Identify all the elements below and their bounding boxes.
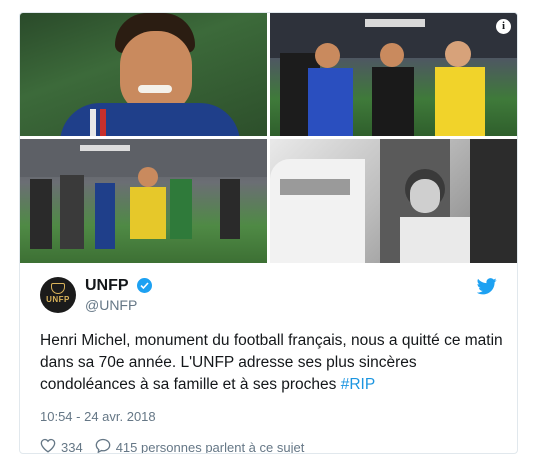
like-button[interactable]: 334 — [40, 438, 83, 454]
heart-icon — [40, 438, 56, 453]
replies-label: 415 personnes parlent à ce sujet — [115, 439, 305, 454]
reply-button[interactable]: 415 personnes parlent à ce sujet — [95, 438, 305, 454]
verified-badge-icon — [137, 278, 152, 293]
tweet-actions: 334 415 personnes parlent à ce sujet — [40, 438, 316, 454]
speech-bubble-icon — [95, 438, 111, 453]
tweet-card[interactable]: i UNFP UNFP @UNFP Henri Michel, monument… — [19, 12, 518, 454]
info-icon[interactable]: i — [496, 19, 511, 34]
avatar[interactable]: UNFP — [40, 277, 76, 313]
hashtag-link[interactable]: #RIP — [341, 376, 375, 393]
twitter-bird-icon[interactable] — [476, 278, 497, 300]
tweet-text-main: Henri Michel, monument du football franç… — [40, 332, 503, 393]
avatar-label: UNFP — [46, 295, 70, 304]
photo-portrait[interactable] — [20, 13, 267, 136]
photo-pitch-walkout[interactable] — [20, 139, 267, 263]
author-name[interactable]: UNFP — [85, 277, 129, 295]
timestamp[interactable]: 10:54 - 24 avr. 2018 — [40, 409, 156, 425]
photo-handshake[interactable]: i — [270, 13, 517, 136]
tweet-text: Henri Michel, monument du football franç… — [40, 330, 505, 396]
photo-medical-room[interactable] — [270, 139, 517, 263]
crest-icon — [51, 283, 65, 294]
photo-grid[interactable]: i — [20, 13, 517, 263]
likes-count: 334 — [61, 439, 83, 454]
author-handle[interactable]: @UNFP — [85, 297, 137, 313]
